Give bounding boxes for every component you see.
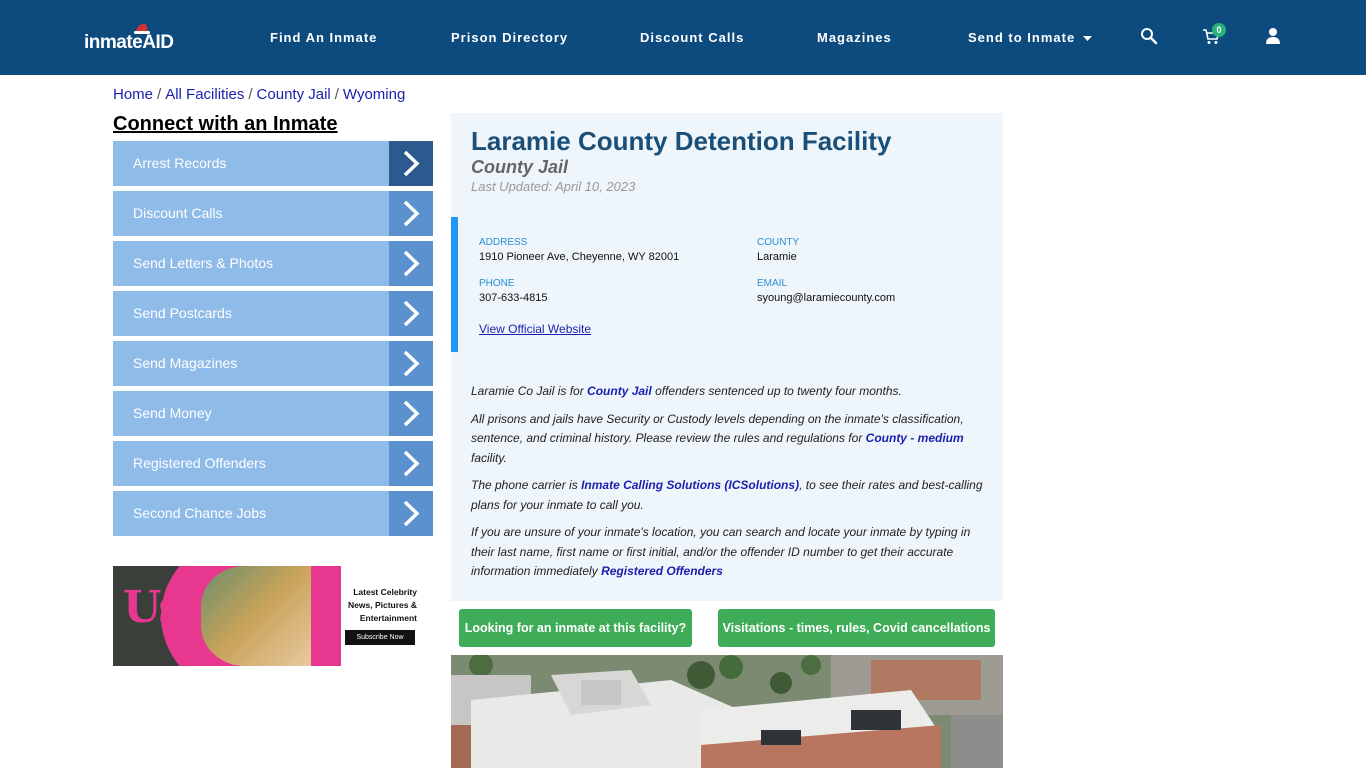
chevron-right-icon	[389, 191, 433, 236]
sidebar-item-label: Send Letters & Photos	[133, 255, 274, 271]
chevron-right-icon	[389, 491, 433, 536]
user-icon[interactable]	[1264, 27, 1282, 45]
chevron-right-icon	[389, 441, 433, 486]
breadcrumb-county-jail[interactable]: County Jail	[257, 86, 331, 103]
description-text: Laramie Co Jail is for	[471, 384, 588, 398]
sidebar-item-send-magazines[interactable]: Send Magazines	[113, 341, 433, 386]
description-paragraph: Laramie Co Jail is for County Jail offen…	[471, 382, 987, 402]
chevron-right-icon	[389, 241, 433, 286]
chevron-right-icon	[389, 391, 433, 436]
description-paragraph: The phone carrier is Inmate Calling Solu…	[471, 476, 987, 515]
sidebar-title: Connect with an Inmate	[113, 113, 338, 135]
description-text: facility.	[471, 450, 507, 465]
breadcrumb-separator: /	[334, 86, 339, 103]
facility-last-updated: Last Updated: April 10, 2023	[471, 179, 636, 194]
top-navbar: inmateAID Find An Inmate Prison Director…	[0, 0, 1366, 75]
sidebar-item-send-letters-photos[interactable]: Send Letters & Photos	[113, 241, 433, 286]
address-label: ADDRESS	[479, 237, 528, 248]
phone-label: PHONE	[479, 278, 515, 289]
caret-down-icon	[1082, 35, 1092, 41]
nav-magazines[interactable]: Magazines	[817, 30, 892, 45]
sidebar-item-label: Arrest Records	[133, 155, 227, 171]
nav-send-to-inmate-label: Send to Inmate	[968, 30, 1076, 45]
sidebar-item-label: Second Chance Jobs	[133, 505, 267, 521]
facility-panel: Laramie County Detention Facility County…	[451, 113, 1003, 601]
phone-value: 307-633-4815	[479, 292, 548, 304]
nav-send-to-inmate[interactable]: Send to Inmate	[968, 30, 1092, 45]
county-jail-link[interactable]: County Jail	[587, 384, 652, 398]
nav-discount-calls[interactable]: Discount Calls	[640, 30, 744, 45]
facility-type: County Jail	[471, 157, 569, 177]
email-value: syoung@laramiecounty.com	[757, 292, 896, 304]
ad-image: Us	[113, 566, 341, 666]
ad-line-2: News, Pictures &	[348, 600, 417, 610]
description-text: offenders sentenced up to twenty four mo…	[651, 384, 902, 398]
sidebar-menu: Arrest Records Discount Calls Send Lette…	[113, 141, 433, 541]
registered-offenders-link[interactable]: Registered Offenders	[601, 564, 723, 578]
description-text: The phone carrier is	[471, 478, 582, 492]
sidebar-item-label: Send Postcards	[133, 305, 232, 321]
county-label: COUNTY	[757, 237, 800, 248]
phone-carrier-link[interactable]: Inmate Calling Solutions (ICSolutions)	[581, 478, 799, 492]
nav-prison-directory[interactable]: Prison Directory	[451, 30, 568, 45]
ad-text: Latest Celebrity News, Pictures & Entert…	[345, 586, 417, 625]
facility-title: Laramie County Detention Facility	[471, 126, 892, 156]
chevron-right-icon	[389, 141, 433, 186]
sidebar-item-second-chance-jobs[interactable]: Second Chance Jobs	[113, 491, 433, 536]
sidebar-item-send-postcards[interactable]: Send Postcards	[113, 291, 433, 336]
breadcrumb-home[interactable]: Home	[113, 86, 153, 103]
ad-subscribe-button[interactable]: Subscribe Now	[345, 630, 415, 645]
breadcrumb: Home / All Facilities / County Jail / Wyoming	[113, 86, 405, 103]
breadcrumb-separator: /	[248, 86, 253, 103]
ad-line-3: Entertainment	[359, 613, 417, 623]
chevron-right-icon	[389, 341, 433, 386]
logo-text: inmateAID	[84, 32, 174, 53]
find-inmate-at-facility-button[interactable]: Looking for an inmate at this facility?	[459, 609, 692, 647]
visitations-button[interactable]: Visitations - times, rules, Covid cancel…	[718, 609, 995, 647]
official-website-link[interactable]: View Official Website	[479, 322, 591, 336]
chevron-right-icon	[389, 291, 433, 336]
sidebar-item-registered-offenders[interactable]: Registered Offenders	[113, 441, 433, 486]
facility-photo-illustration	[451, 655, 1003, 768]
ad-banner[interactable]: Us Latest Celebrity News, Pictures & Ent…	[113, 566, 425, 666]
security-level-link[interactable]: County - medium	[866, 431, 964, 445]
nav-find-inmate[interactable]: Find An Inmate	[270, 30, 377, 45]
description-paragraph: All prisons and jails have Security or C…	[471, 410, 987, 469]
facility-description: Laramie Co Jail is for County Jail offen…	[471, 382, 987, 590]
county-value: Laramie	[757, 251, 797, 263]
sidebar-item-label: Send Magazines	[133, 355, 238, 371]
ad-photo	[201, 566, 311, 666]
sidebar-item-label: Registered Offenders	[133, 455, 266, 471]
breadcrumb-separator: /	[157, 86, 162, 103]
site-logo[interactable]: inmateAID	[84, 22, 184, 56]
sidebar-item-discount-calls[interactable]: Discount Calls	[113, 191, 433, 236]
sidebar-item-send-money[interactable]: Send Money	[113, 391, 433, 436]
cart-count-badge: 0	[1212, 23, 1226, 37]
ad-line-1: Latest Celebrity	[353, 587, 417, 597]
search-icon[interactable]	[1140, 27, 1158, 45]
ad-brand-logo: Us	[123, 582, 183, 633]
description-paragraph: If you are unsure of your inmate's locat…	[471, 523, 987, 582]
facility-aerial-photo	[451, 655, 1003, 768]
sidebar-item-arrest-records[interactable]: Arrest Records	[113, 141, 433, 186]
breadcrumb-all-facilities[interactable]: All Facilities	[165, 86, 244, 103]
breadcrumb-wyoming[interactable]: Wyoming	[343, 86, 405, 103]
sidebar-item-label: Send Money	[133, 405, 212, 421]
address-value: 1910 Pioneer Ave, Cheyenne, WY 82001	[479, 251, 680, 263]
email-label: EMAIL	[757, 278, 788, 289]
facility-info-box: ADDRESS 1910 Pioneer Ave, Cheyenne, WY 8…	[451, 217, 1003, 352]
sidebar-item-label: Discount Calls	[133, 205, 223, 221]
